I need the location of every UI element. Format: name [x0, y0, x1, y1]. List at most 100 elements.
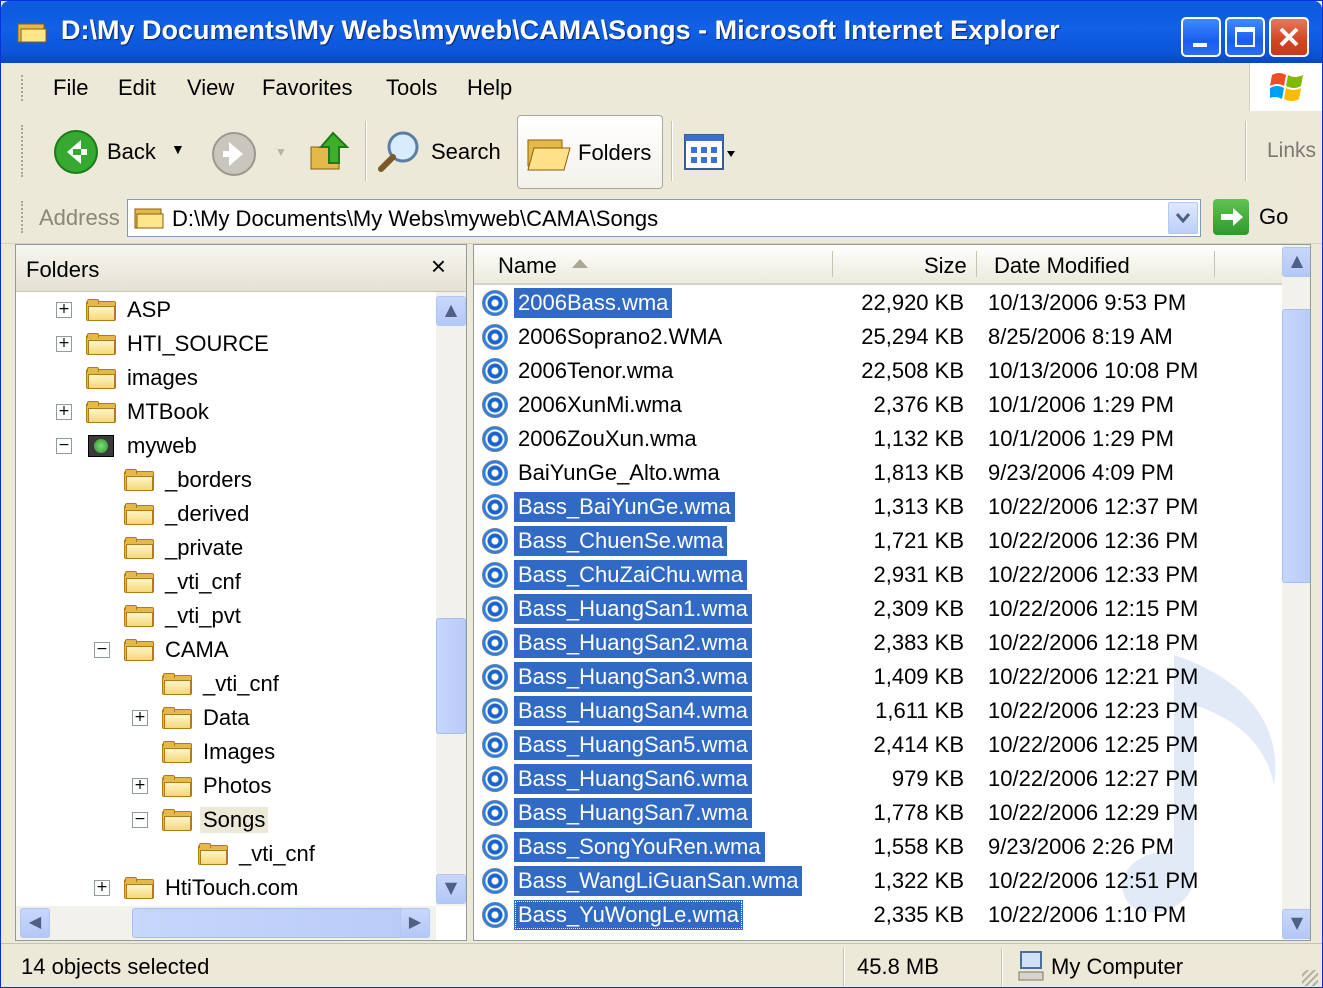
tree-item[interactable]: + MTBook [56, 395, 212, 429]
address-dropdown-button[interactable] [1168, 202, 1198, 234]
maximize-button[interactable] [1225, 17, 1265, 57]
tree-item[interactable]: + HTI_SOURCE [56, 327, 272, 361]
column-divider[interactable] [1214, 251, 1215, 277]
file-row[interactable]: 2006ZouXun.wma 1,132 KB 10/1/2006 1:29 PM [474, 422, 1282, 456]
toolbar-grip[interactable] [21, 125, 26, 177]
file-row[interactable]: Bass_BaiYunGe.wma 1,313 KB 10/22/2006 12:3… [474, 490, 1282, 524]
addressbar-grip[interactable] [21, 201, 26, 233]
status-divider [843, 948, 845, 986]
views-button[interactable] [683, 133, 735, 173]
column-size[interactable]: Size [924, 253, 967, 279]
tree-item[interactable]: Images [162, 735, 278, 769]
minimize-button[interactable] [1181, 17, 1221, 57]
tree-item[interactable]: − myweb [56, 429, 200, 463]
folder-tree-horizontal-scrollbar[interactable]: ◀ ▶ [16, 906, 436, 940]
scroll-up-button[interactable]: ▲ [436, 296, 466, 326]
up-button[interactable] [307, 129, 353, 175]
file-size: 2,931 KB [873, 562, 964, 587]
tree-item[interactable]: − CAMA [94, 633, 232, 667]
search-button[interactable]: Search [377, 129, 501, 175]
tree-item[interactable]: _derived [124, 497, 252, 531]
forward-button[interactable] [211, 131, 257, 177]
scroll-right-button[interactable]: ▶ [400, 908, 430, 938]
scroll-down-button[interactable]: ▼ [1282, 909, 1310, 939]
collapse-icon[interactable]: − [56, 438, 72, 454]
collapse-icon[interactable]: − [132, 812, 148, 828]
tree-item[interactable]: + HtiTouch.com [94, 871, 301, 905]
tree-item[interactable]: images [86, 361, 201, 395]
menu-file[interactable]: File [53, 75, 88, 101]
column-date-modified[interactable]: Date Modified [994, 253, 1130, 279]
back-history-dropdown[interactable]: ▼ [171, 141, 185, 157]
file-row[interactable]: Bass_ChuZaiChu.wma 2,931 KB 10/22/2006 12:… [474, 558, 1282, 592]
back-button[interactable]: Back [53, 129, 156, 175]
chevron-up-icon: ▲ [1290, 251, 1304, 270]
go-button[interactable]: Go [1213, 199, 1288, 235]
tree-item[interactable]: _borders [124, 463, 255, 497]
close-button[interactable] [1269, 17, 1309, 57]
tree-item[interactable]: _vti_cnf [198, 837, 318, 871]
windows-media-file-icon [482, 324, 508, 350]
forward-history-dropdown[interactable]: ▼ [275, 145, 287, 159]
folders-button[interactable]: Folders [517, 115, 663, 189]
links-button[interactable]: Links [1267, 139, 1316, 163]
file-row[interactable]: Bass_WangLiGuanSan.wma 1,322 KB 10/22/2006… [474, 864, 1282, 898]
tree-item-label: myweb [127, 433, 197, 458]
file-row[interactable]: Bass_SongYouRen.wma 1,558 KB 9/23/2006 2:2… [474, 830, 1282, 864]
file-row[interactable]: BaiYunGe_Alto.wma 1,813 KB 9/23/2006 4:09 … [474, 456, 1282, 490]
scroll-up-button[interactable]: ▲ [1282, 247, 1310, 277]
status-size: 45.8 MB [857, 954, 939, 979]
scroll-down-button[interactable]: ▼ [436, 874, 466, 904]
file-row[interactable]: 2006Tenor.wma 22,508 KB 10/13/2006 10:08 P… [474, 354, 1282, 388]
menu-edit[interactable]: Edit [118, 75, 156, 101]
tree-item[interactable]: + ASP [56, 293, 174, 327]
scroll-thumb[interactable] [132, 908, 404, 938]
tree-item[interactable]: + Photos [132, 769, 275, 803]
folder-tree-vertical-scrollbar[interactable]: ▲ ▼ [436, 292, 466, 906]
file-row[interactable]: 2006Bass.wma 22,920 KB 10/13/2006 9:53 PM [474, 286, 1282, 320]
file-row[interactable]: Bass_ChuenSe.wma 1,721 KB 10/22/2006 12:36… [474, 524, 1282, 558]
tree-item[interactable]: _vti_cnf [124, 565, 244, 599]
file-row[interactable]: Bass_HuangSan5.wma 2,414 KB 10/22/2006 12:… [474, 728, 1282, 762]
resize-grip[interactable] [1302, 970, 1318, 986]
column-divider[interactable] [832, 251, 833, 277]
file-row[interactable]: Bass_HuangSan6.wma 979 KB 10/22/2006 12:27… [474, 762, 1282, 796]
expand-icon[interactable]: + [56, 302, 72, 318]
menu-tools[interactable]: Tools [386, 75, 437, 101]
expand-icon[interactable]: + [132, 778, 148, 794]
tree-item[interactable]: _vti_cnf [162, 667, 282, 701]
file-row[interactable]: Bass_HuangSan3.wma 1,409 KB 10/22/2006 12:… [474, 660, 1282, 694]
expand-icon[interactable]: + [56, 404, 72, 420]
file-row[interactable]: Bass_HuangSan2.wma 2,383 KB 10/22/2006 12:… [474, 626, 1282, 660]
menubar-grip[interactable] [21, 75, 26, 101]
expand-icon[interactable]: + [94, 880, 110, 896]
scroll-thumb[interactable] [1282, 309, 1310, 583]
folders-pane-close-button[interactable]: × [431, 251, 446, 282]
file-row[interactable]: 2006XunMi.wma 2,376 KB 10/1/2006 1:29 PM [474, 388, 1282, 422]
column-divider[interactable] [976, 251, 977, 277]
file-row[interactable]: Bass_HuangSan7.wma 1,778 KB 10/22/2006 12:… [474, 796, 1282, 830]
file-size: 2,309 KB [873, 596, 964, 621]
folder-icon [124, 571, 154, 593]
tree-item[interactable]: − Songs [132, 803, 269, 837]
menu-favorites[interactable]: Favorites [262, 75, 352, 101]
column-name[interactable]: Name [498, 253, 557, 279]
file-row[interactable]: Bass_HuangSan4.wma 1,611 KB 10/22/2006 12:… [474, 694, 1282, 728]
menu-view[interactable]: View [187, 75, 234, 101]
scroll-thumb[interactable] [436, 618, 466, 734]
tree-item[interactable]: _vti_pvt [124, 599, 244, 633]
scroll-left-button[interactable]: ◀ [20, 908, 50, 938]
expand-icon[interactable]: + [132, 710, 148, 726]
file-row[interactable]: Bass_HuangSan1.wma 2,309 KB 10/22/2006 12:… [474, 592, 1282, 626]
menu-help[interactable]: Help [467, 75, 512, 101]
title-bar[interactable]: D:\My Documents\My Webs\myweb\CAMA\Songs… [1, 1, 1322, 63]
tree-item[interactable]: + Data [132, 701, 252, 735]
address-input[interactable]: D:\My Documents\My Webs\myweb\CAMA\Songs [127, 199, 1201, 237]
tree-item-label: Images [203, 739, 276, 764]
file-row[interactable]: Bass_YuWongLe.wma 2,335 KB 10/22/2006 1:10… [474, 898, 1282, 932]
collapse-icon[interactable]: − [94, 642, 110, 658]
file-row[interactable]: 2006Soprano2.WMA 25,294 KB 8/25/2006 8:19 … [474, 320, 1282, 354]
expand-icon[interactable]: + [56, 336, 72, 352]
tree-item[interactable]: _private [124, 531, 246, 565]
file-list-vertical-scrollbar[interactable]: ▲ ▼ [1282, 245, 1310, 940]
